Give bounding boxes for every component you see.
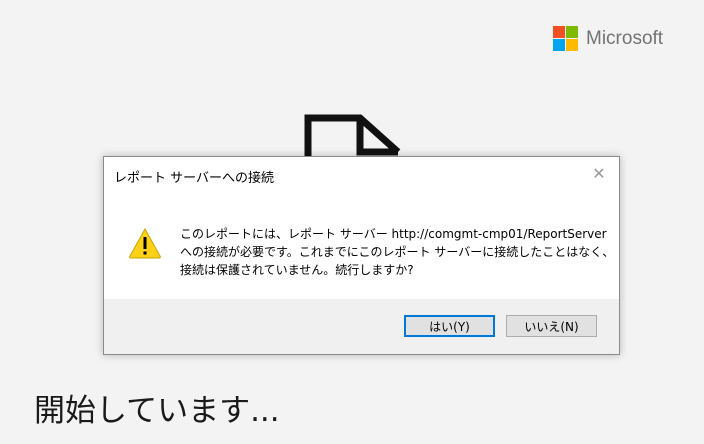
message-line: への接続が必要です。これまでにこのレポート サーバーに接続したことはなく、 [180,245,615,259]
microsoft-logo: Microsoft [553,26,663,51]
warning-icon [128,227,162,263]
yes-button[interactable]: はい(Y) [404,315,495,337]
dialog-footer: はい(Y) いいえ(N) [104,299,619,354]
message-line: 接続は保護されていません。続行しますか? [180,263,414,277]
close-icon[interactable]: ✕ [588,163,610,185]
no-button[interactable]: いいえ(N) [506,315,597,337]
microsoft-logo-icon [553,26,578,51]
dialog-message: このレポートには、レポート サーバー http://comgmt-cmp01/R… [180,225,615,279]
connection-dialog: レポート サーバーへの接続 ✕ このレポートには、レポート サーバー http:… [103,156,620,355]
brand-name: Microsoft [586,27,664,49]
dialog-title: レポート サーバーへの接続 [114,171,275,186]
status-text: 開始しています... [34,393,280,429]
message-line: このレポートには、レポート サーバー http://comgmt-cmp01/R… [180,227,607,241]
dialog-titlebar[interactable]: レポート サーバーへの接続 ✕ [104,157,619,191]
